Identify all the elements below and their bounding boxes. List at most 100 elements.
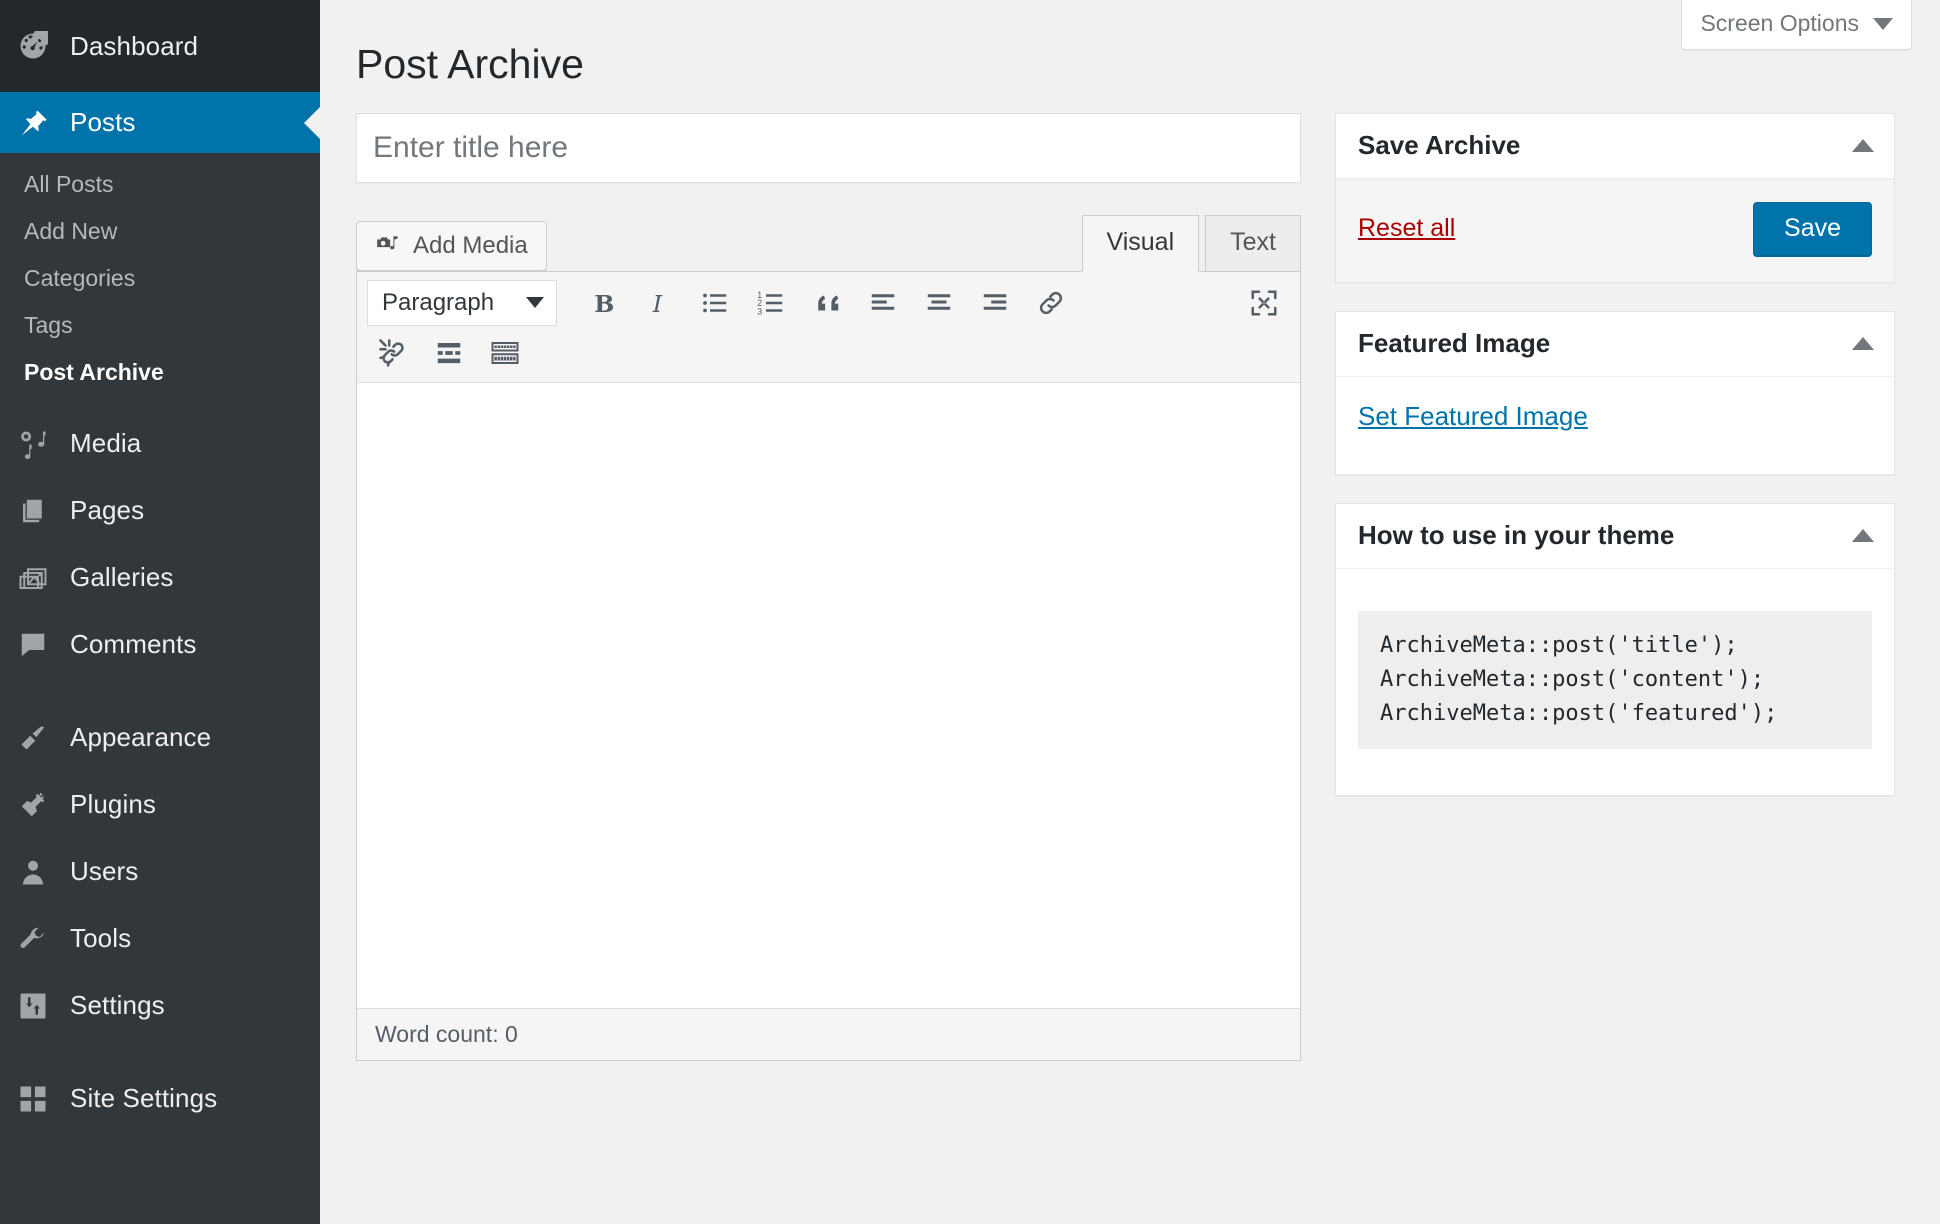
sidebar-item-label: Dashboard	[70, 30, 199, 61]
set-featured-image-link[interactable]: Set Featured Image	[1358, 397, 1588, 450]
sidebar-subitem-post-archive[interactable]: Post Archive	[0, 349, 320, 396]
sidebar-item-label: Appearance	[70, 722, 212, 752]
toolbar-row-2	[365, 328, 1292, 378]
chevron-up-icon[interactable]	[1852, 336, 1874, 350]
blockquote-icon[interactable]	[801, 278, 853, 328]
sidebar-subitem-all-posts[interactable]: All Posts	[0, 161, 320, 208]
chevron-up-icon[interactable]	[1852, 528, 1874, 542]
galleries-icon	[18, 563, 64, 593]
camera-music-icon	[375, 233, 401, 259]
align-right-icon[interactable]	[969, 278, 1021, 328]
unlink-icon[interactable]	[367, 328, 419, 378]
sidebar-item-settings[interactable]: Settings	[0, 972, 320, 1039]
editor-content-area[interactable]	[357, 382, 1300, 1008]
how-to-use-panel-body: ArchiveMeta::post('title'); ArchiveMeta:…	[1336, 569, 1894, 795]
pin-icon	[18, 108, 64, 138]
bold-icon[interactable]: B	[577, 278, 629, 328]
chevron-down-icon	[1873, 17, 1893, 30]
reset-all-link[interactable]: Reset all	[1358, 214, 1455, 243]
sidebar-item-label: Users	[70, 856, 139, 886]
save-archive-panel-body: Reset all Save	[1336, 179, 1894, 282]
word-count-status: Word count: 0	[357, 1007, 1300, 1060]
wrench-icon	[18, 924, 64, 954]
svg-text:B: B	[594, 289, 614, 317]
bulleted-list-icon[interactable]	[689, 278, 741, 328]
align-center-icon[interactable]	[913, 278, 965, 328]
sidebar-item-media[interactable]: Media	[0, 410, 320, 477]
panel-title: Featured Image	[1358, 327, 1551, 358]
sidebar-item-pages[interactable]: Pages	[0, 477, 320, 544]
screen-options-wrap: Screen Options	[1681, 0, 1912, 50]
sidebar-item-appearance[interactable]: Appearance	[0, 704, 320, 771]
editor-toolbar: Paragraph B I 1 2 3	[357, 271, 1300, 383]
keyboard-icon[interactable]	[479, 328, 531, 378]
svg-text:I: I	[652, 289, 663, 317]
chevron-up-icon[interactable]	[1852, 139, 1874, 153]
format-select[interactable]: Paragraph	[367, 279, 557, 326]
media-buttons-row: Add Media Visual Text	[356, 215, 1301, 272]
italic-icon[interactable]: I	[633, 278, 685, 328]
post-title-input[interactable]	[356, 113, 1301, 184]
sidebar-item-label: Pages	[70, 495, 145, 525]
sidebar-item-dashboard[interactable]: Dashboard	[0, 0, 320, 92]
read-more-icon[interactable]	[423, 328, 475, 378]
fullscreen-icon[interactable]	[1238, 278, 1290, 328]
brush-icon	[18, 723, 64, 753]
numbered-list-icon[interactable]: 1 2 3	[745, 278, 797, 328]
sidebar-item-comments[interactable]: Comments	[0, 611, 320, 678]
sidebar-item-posts[interactable]: Posts	[0, 92, 320, 153]
secondary-column: Save Archive Reset all Save Featured Ima…	[1335, 113, 1895, 824]
sidebar-item-label: Galleries	[70, 562, 174, 592]
usage-code-block: ArchiveMeta::post('title'); ArchiveMeta:…	[1358, 610, 1872, 749]
link-icon[interactable]	[1025, 278, 1077, 328]
grid-icon	[18, 1084, 64, 1114]
panel-title: Save Archive	[1358, 130, 1521, 161]
save-button[interactable]: Save	[1753, 202, 1872, 256]
current-menu-arrow	[304, 106, 320, 139]
sidebar-item-site-settings[interactable]: Site Settings	[0, 1065, 320, 1132]
tab-visual[interactable]: Visual	[1081, 215, 1200, 272]
sidebar-subitem-add-new[interactable]: Add New	[0, 208, 320, 255]
user-icon	[18, 857, 64, 887]
sidebar-subitem-categories[interactable]: Categories	[0, 255, 320, 302]
sliders-icon	[18, 991, 64, 1021]
media-icon	[18, 429, 64, 459]
sidebar-subitem-tags[interactable]: Tags	[0, 302, 320, 349]
sidebar-item-label: Comments	[70, 629, 197, 659]
sidebar-item-plugins[interactable]: Plugins	[0, 771, 320, 838]
featured-image-panel-body: Set Featured Image	[1336, 377, 1894, 474]
main-content: Screen Options Post Archive Enter title …	[320, 0, 1940, 1224]
save-archive-panel-header[interactable]: Save Archive	[1336, 114, 1894, 180]
toolbar-row-1: Paragraph B I 1 2 3	[365, 278, 1292, 328]
sidebar-item-users[interactable]: Users	[0, 838, 320, 905]
sidebar-item-galleries[interactable]: Galleries	[0, 544, 320, 611]
chevron-down-icon	[526, 297, 544, 309]
editor-columns: Add Media Visual Text Paragraph	[356, 113, 1912, 1061]
sidebar-item-label: Posts	[70, 107, 136, 137]
align-left-icon[interactable]	[857, 278, 909, 328]
add-media-button[interactable]: Add Media	[356, 220, 547, 271]
featured-image-panel-header[interactable]: Featured Image	[1336, 312, 1894, 377]
pages-icon	[18, 496, 64, 526]
how-to-use-panel-header[interactable]: How to use in your theme	[1336, 504, 1894, 569]
how-to-use-panel: How to use in your theme ArchiveMeta::po…	[1335, 502, 1895, 796]
sidebar-item-tools[interactable]: Tools	[0, 905, 320, 972]
tab-text[interactable]: Text	[1205, 215, 1301, 272]
add-media-label: Add Media	[413, 231, 528, 259]
comment-icon	[18, 630, 64, 660]
panel-title: How to use in your theme	[1358, 519, 1675, 550]
admin-sidebar: Dashboard Posts All Posts Add New Catego…	[0, 0, 320, 1224]
format-select-value: Paragraph	[382, 288, 495, 316]
posts-submenu: All Posts Add New Categories Tags Post A…	[0, 153, 320, 410]
screen-options-button[interactable]: Screen Options	[1681, 0, 1912, 50]
save-archive-panel: Save Archive Reset all Save	[1335, 113, 1895, 283]
sidebar-divider-2	[0, 1039, 320, 1065]
sidebar-item-label: Site Settings	[70, 1083, 218, 1113]
page-title: Post Archive	[356, 41, 584, 87]
content-editor: Paragraph B I 1 2 3 Word count: 0	[356, 270, 1301, 1061]
svg-text:3: 3	[757, 306, 762, 316]
admin-screen: Dashboard Posts All Posts Add New Catego…	[0, 0, 1940, 1224]
primary-column: Add Media Visual Text Paragraph	[356, 113, 1301, 1061]
plug-icon	[18, 790, 64, 820]
sidebar-item-label: Media	[70, 428, 142, 458]
